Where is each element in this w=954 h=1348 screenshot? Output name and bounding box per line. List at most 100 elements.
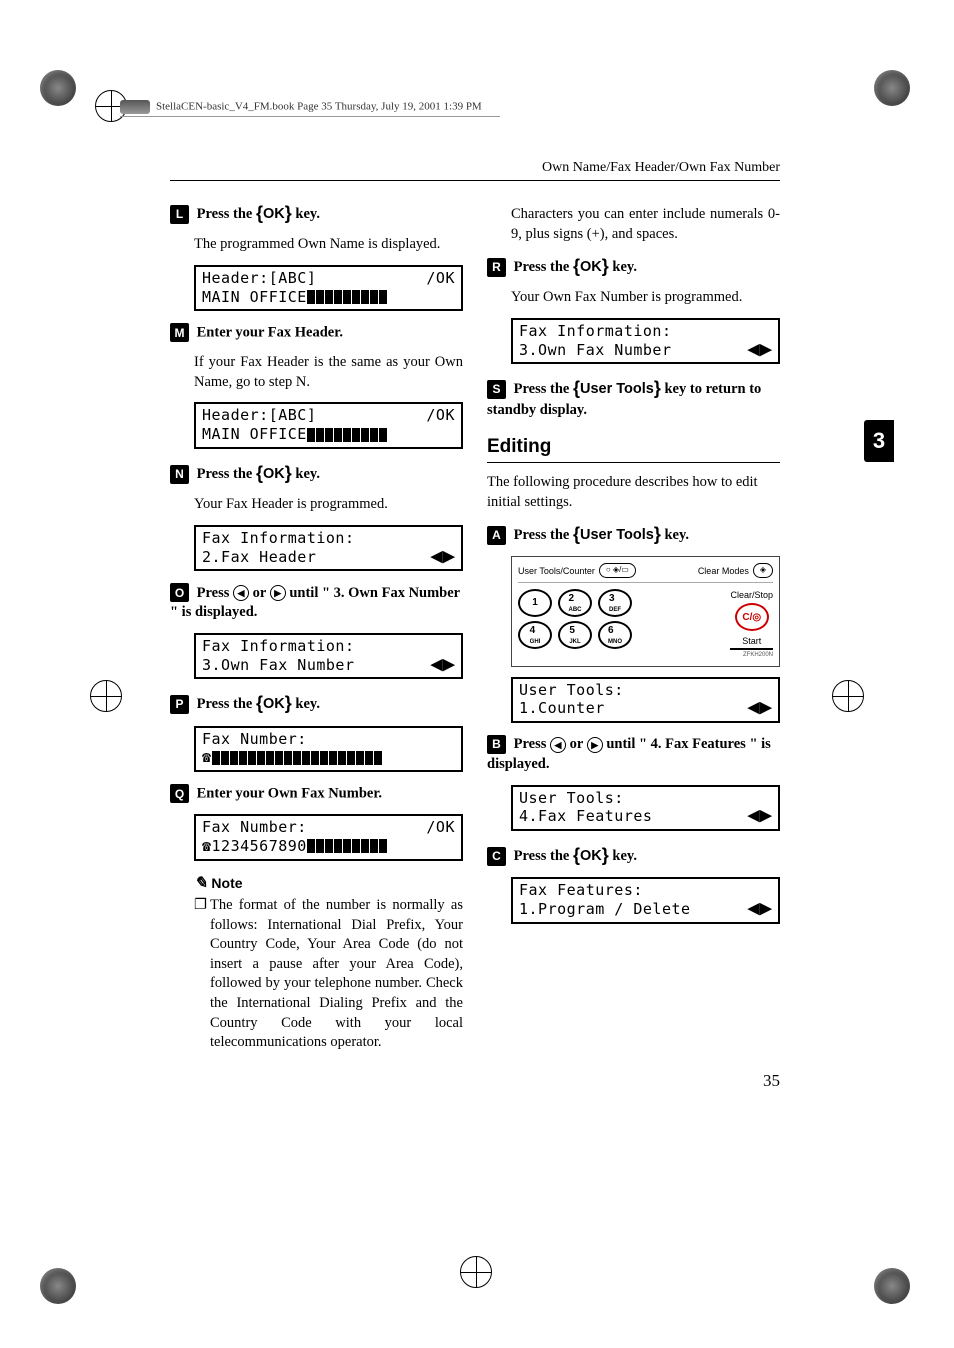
lcd-line: 3.Own Fax Number bbox=[519, 341, 672, 360]
step-number-icon: R bbox=[487, 258, 506, 277]
step-number-icon: C bbox=[487, 847, 506, 866]
lcd-line: 2.Fax Header bbox=[202, 548, 316, 567]
step-body: The programmed Own Name is displayed. bbox=[194, 235, 463, 255]
illustration-id: ZFKH200N bbox=[518, 651, 773, 659]
step-16: P Press the {OK} key. bbox=[170, 691, 463, 715]
panel-label: Clear Modes bbox=[698, 565, 749, 577]
note-heading: Note bbox=[194, 873, 463, 895]
lcd-line: Fax Number: bbox=[202, 818, 307, 837]
lcd-display: User Tools: 4.Fax Features ◀▶ bbox=[511, 785, 780, 832]
step-instruction: Press the {OK} key. bbox=[197, 206, 320, 222]
edit-step-3: C Press the {OK} key. bbox=[487, 843, 780, 867]
left-right-arrow-icon: ◀▶ bbox=[748, 807, 772, 826]
left-right-arrow-icon: ◀▶ bbox=[748, 341, 772, 360]
lcd-line: Fax Information: bbox=[519, 322, 772, 341]
cursor-icon bbox=[307, 425, 388, 444]
clear-stop-label: Clear/Stop bbox=[730, 589, 773, 601]
start-label: Start bbox=[730, 635, 773, 650]
step-instruction: Press the {OK} key. bbox=[197, 466, 320, 482]
lcd-line: Fax Information: bbox=[202, 529, 455, 548]
step-19: S Press the {User Tools} key to return t… bbox=[487, 376, 780, 420]
lcd-display: Fax Information: 3.Own Fax Number◀▶ bbox=[194, 633, 463, 680]
intro-text: Characters you can enter include numeral… bbox=[511, 205, 780, 244]
keypad-2-icon: 2ABC bbox=[558, 589, 592, 617]
clear-modes-key-icon: ◈ bbox=[753, 563, 773, 578]
lcd-line: /OK bbox=[426, 406, 455, 425]
page-number: 35 bbox=[763, 1071, 780, 1091]
lcd-display: Header:[ABC]/OK MAIN OFFICE bbox=[194, 265, 463, 312]
chapter-tab: 3 bbox=[864, 420, 894, 462]
crop-mark-icon bbox=[874, 1268, 914, 1308]
step-instruction: Press ◀ or ▶ until " 3. Own Fax Number "… bbox=[170, 585, 460, 621]
lcd-display: Fax Information: 3.Own Fax Number ◀▶ bbox=[511, 318, 780, 365]
step-instruction: Press the {OK} key. bbox=[514, 848, 637, 864]
section-intro: The following procedure describes how to… bbox=[487, 473, 780, 512]
step-instruction: Press the {OK} key. bbox=[197, 696, 320, 712]
lcd-line: 4.Fax Features bbox=[519, 807, 652, 826]
keypad-3-icon: 3DEF bbox=[598, 589, 632, 617]
control-panel-illustration: User Tools/Counter ○ ◈/▭ Clear Modes ◈ 1… bbox=[511, 556, 780, 666]
crop-mark-icon bbox=[40, 1268, 80, 1308]
left-arrow-key-icon: ◀ bbox=[233, 585, 249, 601]
step-number-icon: B bbox=[487, 735, 506, 754]
step-instruction: Press the {User Tools} key. bbox=[514, 527, 689, 543]
right-arrow-key-icon: ▶ bbox=[270, 585, 286, 601]
step-17: Q Enter your Own Fax Number. bbox=[170, 784, 463, 804]
lcd-line: 3.Own Fax Number bbox=[202, 656, 355, 675]
step-instruction: Press the {OK} key. bbox=[514, 259, 637, 275]
step-number-icon: Q bbox=[170, 784, 189, 803]
step-14: N Press the {OK} key. bbox=[170, 461, 463, 485]
lcd-line: User Tools: bbox=[519, 681, 772, 700]
lcd-line: 1234567890 bbox=[212, 837, 307, 855]
left-right-arrow-icon: ◀▶ bbox=[431, 548, 455, 567]
registration-target-icon bbox=[460, 1256, 492, 1288]
edit-step-1: A Press the {User Tools} key. bbox=[487, 522, 780, 546]
step-number-icon: P bbox=[170, 695, 189, 714]
lcd-line: MAIN OFFICE bbox=[202, 425, 307, 443]
step-12: L Press the {OK} key. bbox=[170, 201, 463, 225]
lcd-display: Fax Number: bbox=[194, 726, 463, 773]
step-instruction: Enter your Own Fax Number. bbox=[197, 786, 382, 802]
keypad-4-icon: 4GHI bbox=[518, 621, 552, 649]
cursor-icon bbox=[212, 748, 383, 767]
lcd-display: Fax Number:/OK 1234567890 bbox=[194, 814, 463, 861]
edit-step-2: B Press ◀ or ▶ until " 4. Fax Features "… bbox=[487, 735, 780, 775]
registration-target-icon bbox=[832, 680, 864, 712]
left-right-arrow-icon: ◀▶ bbox=[748, 900, 772, 919]
running-header: StellaCEN-basic_V4_FM.book Page 35 Thurs… bbox=[120, 100, 500, 117]
step-instruction: Enter your Fax Header. bbox=[197, 325, 343, 341]
step-number-icon: A bbox=[487, 526, 506, 545]
telephone-icon bbox=[202, 748, 212, 766]
right-column: Characters you can enter include numeral… bbox=[487, 201, 780, 1061]
left-column: L Press the {OK} key. The programmed Own… bbox=[170, 201, 463, 1061]
lcd-display: Fax Information: 2.Fax Header ◀▶ bbox=[194, 525, 463, 572]
lcd-display: User Tools: 1.Counter◀▶ bbox=[511, 677, 780, 724]
lcd-line: /OK bbox=[426, 269, 455, 288]
lcd-line: User Tools: bbox=[519, 789, 772, 808]
keypad-5-icon: 5JKL bbox=[558, 621, 592, 649]
step-body: Your Own Fax Number is programmed. bbox=[511, 288, 780, 308]
step-18: R Press the {OK} key. bbox=[487, 254, 780, 278]
step-number-icon: O bbox=[170, 583, 189, 602]
user-tools-key-icon: ○ ◈/▭ bbox=[599, 563, 636, 578]
left-arrow-key-icon: ◀ bbox=[550, 737, 566, 753]
lcd-display: Fax Features: 1.Program / Delete◀▶ bbox=[511, 877, 780, 924]
step-13: M Enter your Fax Header. bbox=[170, 323, 463, 343]
cursor-icon bbox=[307, 288, 388, 307]
section-heading-editing: Editing bbox=[487, 434, 780, 463]
lcd-line: Fax Number: bbox=[202, 730, 455, 749]
step-15: O Press ◀ or ▶ until " 3. Own Fax Number… bbox=[170, 583, 463, 623]
note-body: The format of the number is normally as … bbox=[194, 896, 463, 1053]
right-arrow-key-icon: ▶ bbox=[587, 737, 603, 753]
left-right-arrow-icon: ◀▶ bbox=[748, 699, 772, 718]
lcd-line: Header:[ABC] bbox=[202, 406, 316, 425]
step-number-icon: S bbox=[487, 380, 506, 399]
keypad-6-icon: 6MNO bbox=[598, 621, 632, 649]
lcd-line: 1.Program / Delete bbox=[519, 900, 691, 919]
clear-stop-key-icon: C/◎ bbox=[735, 603, 769, 631]
step-body: If your Fax Header is the same as your O… bbox=[194, 353, 463, 392]
crop-mark-icon bbox=[40, 70, 80, 110]
step-number-icon: M bbox=[170, 323, 189, 342]
step-instruction: Press ◀ or ▶ until " 4. Fax Features " i… bbox=[487, 736, 771, 772]
step-number-icon: L bbox=[170, 205, 189, 224]
